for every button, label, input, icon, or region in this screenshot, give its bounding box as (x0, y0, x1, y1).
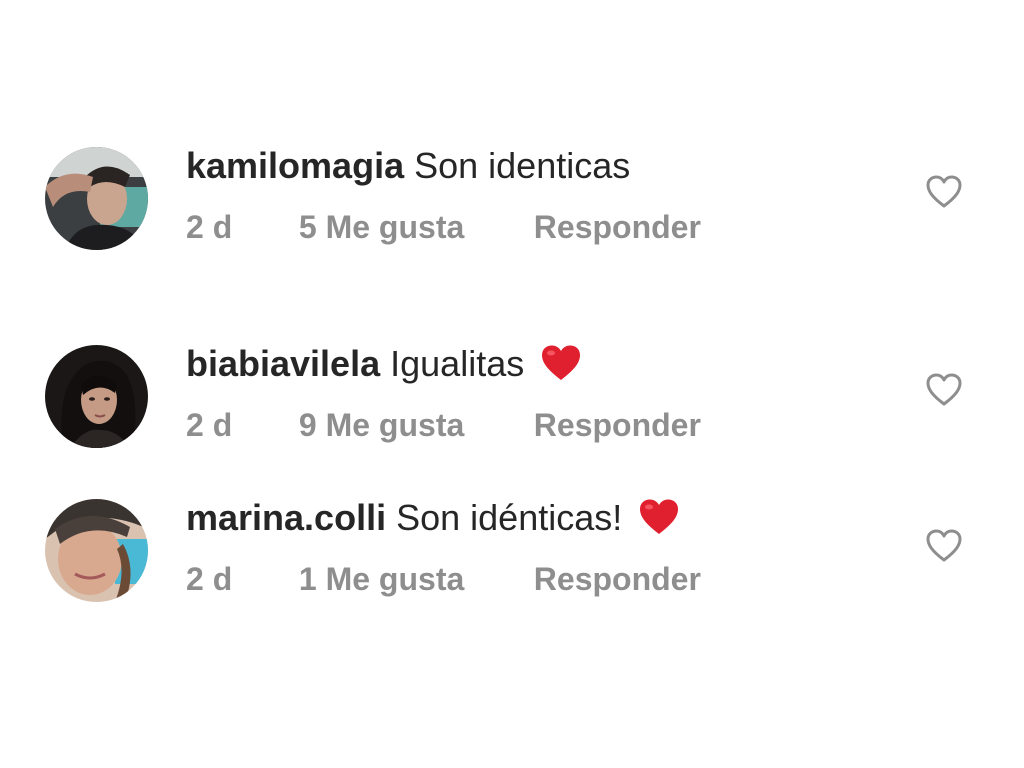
comment-time: 2 d (186, 209, 233, 245)
comment-text: Son idénticas! (396, 497, 623, 538)
avatar[interactable] (45, 345, 148, 448)
comment-text: Son identicas (414, 145, 631, 186)
reply-button[interactable]: Responder (534, 207, 701, 247)
comment-text: Igualitas (390, 343, 525, 384)
comment-item: biabiavilela Igualitas 2 d 9 Me gusta Re… (0, 343, 1024, 453)
comment-time: 2 d (186, 561, 233, 597)
comments-list: kamilomagia Son identicas 2 d 5 Me gusta… (0, 0, 1024, 768)
comment-meta: 2 d 1 Me gusta Responder (186, 559, 701, 599)
heart-outline-icon[interactable] (926, 175, 962, 209)
avatar[interactable] (45, 147, 148, 250)
reply-button[interactable]: Responder (534, 559, 701, 599)
avatar-photo-woman (45, 499, 148, 602)
likes-count-link[interactable]: 1 Me gusta (299, 559, 525, 599)
reply-button[interactable]: Responder (534, 405, 701, 445)
comment-time: 2 d (186, 407, 233, 443)
comment-meta: 2 d 9 Me gusta Responder (186, 405, 701, 445)
comment-text-line: marina.colli Son idénticas! (186, 497, 680, 539)
likes-count-link[interactable]: 5 Me gusta (299, 207, 525, 247)
comment-meta: 2 d 5 Me gusta Responder (186, 207, 701, 247)
comment-text-line: kamilomagia Son identicas (186, 145, 630, 187)
comment-item: kamilomagia Son identicas 2 d 5 Me gusta… (0, 145, 1024, 255)
likes-count-link[interactable]: 9 Me gusta (299, 405, 525, 445)
red-heart-emoji (638, 498, 680, 536)
username[interactable]: kamilomagia (186, 145, 404, 186)
comment-item: marina.colli Son idénticas! 2 d 1 Me gus… (0, 497, 1024, 607)
username[interactable]: marina.colli (186, 497, 386, 538)
heart-outline-icon[interactable] (926, 529, 962, 563)
avatar-photo-man (45, 147, 148, 250)
comment-text-line: biabiavilela Igualitas (186, 343, 582, 385)
avatar-photo-woman (45, 345, 148, 448)
red-heart-emoji (540, 344, 582, 382)
avatar[interactable] (45, 499, 148, 602)
username[interactable]: biabiavilela (186, 343, 380, 384)
heart-outline-icon[interactable] (926, 373, 962, 407)
